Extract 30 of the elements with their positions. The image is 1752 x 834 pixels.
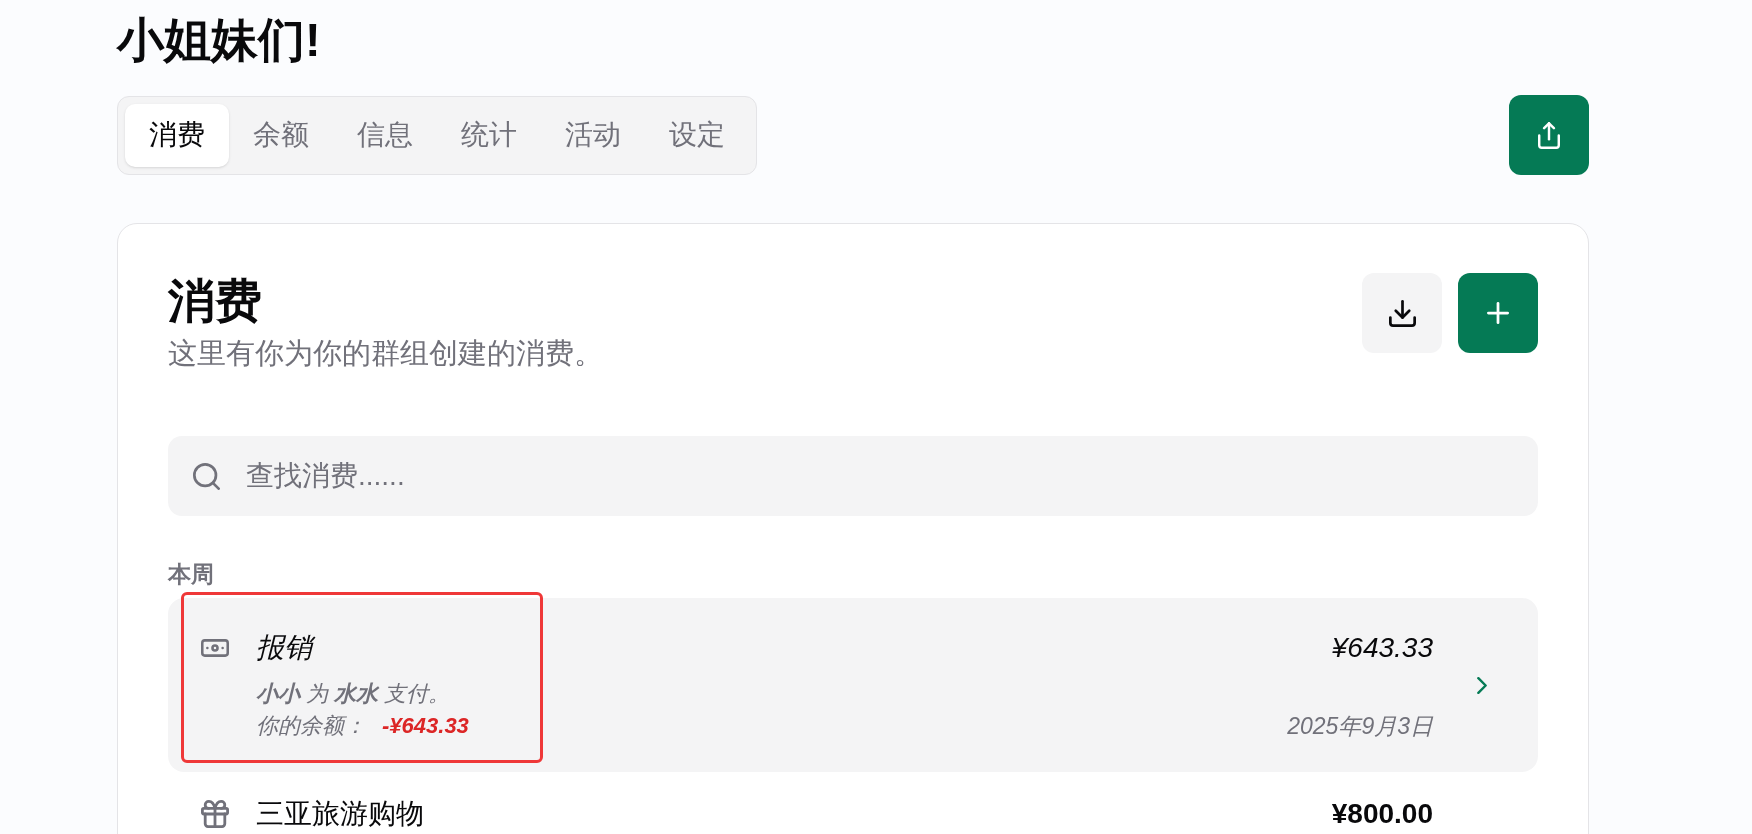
add-button[interactable] [1458, 273, 1538, 353]
share-icon [1538, 121, 1560, 149]
balance-amount: -¥643.33 [382, 712, 469, 740]
tab[interactable]: 信息 [333, 103, 437, 167]
page-title: 小姐妹们! [117, 12, 321, 68]
tab[interactable]: 设定 [645, 103, 749, 167]
group-heading: 本周 [168, 561, 214, 587]
search-icon [193, 463, 220, 490]
section-subtitle: 这里有你为你的群组创建的消费。 [168, 336, 603, 371]
expense-amount: ¥800.00 [1331, 798, 1433, 830]
tab[interactable]: 余额 [229, 103, 333, 167]
expense-title: 报销 [256, 628, 469, 668]
download-icon [1388, 299, 1416, 327]
tab[interactable]: 活动 [541, 103, 645, 167]
expense-row[interactable]: 三亚旅游购物 ¥800.00 [168, 776, 1538, 830]
chevron-right-icon [1477, 676, 1487, 694]
expense-title: 三亚旅游购物 [256, 798, 424, 830]
gift-icon [201, 800, 229, 828]
share-button[interactable] [1509, 95, 1589, 175]
payment-summary: 小小 为 水水 支付。 [256, 680, 452, 708]
plus-icon [1487, 302, 1509, 324]
section-title: 消费 [168, 273, 263, 329]
tab[interactable]: 统计 [437, 103, 541, 167]
tab[interactable]: 消费 [125, 103, 229, 167]
balance-label: 你的余额： [256, 712, 366, 740]
banknote-icon [201, 639, 229, 657]
expense-amount: ¥643.33 [1331, 631, 1433, 665]
expense-date: 2025年9月3日 [1287, 712, 1433, 741]
download-button[interactable] [1362, 273, 1442, 353]
search-field[interactable]: 查找消费...... [168, 436, 1538, 516]
